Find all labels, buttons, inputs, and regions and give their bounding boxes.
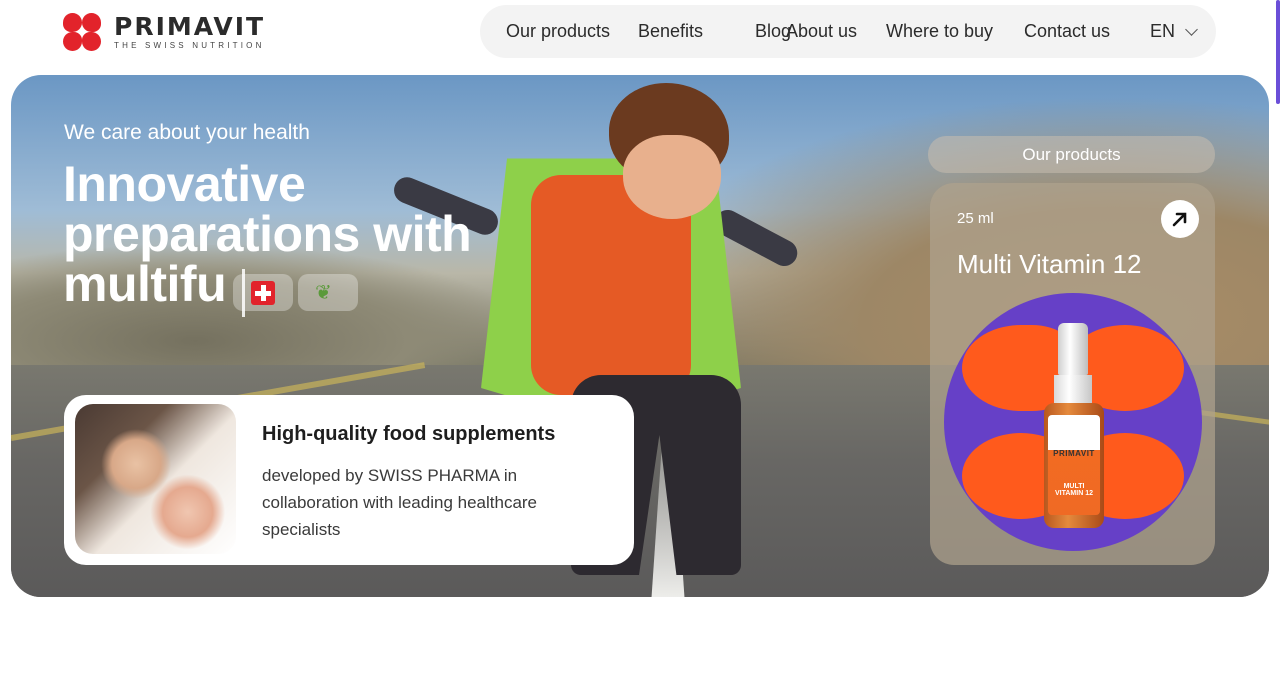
- nav-contact-us[interactable]: Contact us: [1024, 21, 1110, 42]
- nav-our-products[interactable]: Our products: [506, 21, 610, 42]
- nav-benefits[interactable]: Benefits: [638, 21, 703, 42]
- language-selector[interactable]: EN: [1150, 21, 1198, 42]
- language-label: EN: [1150, 21, 1176, 41]
- product-bottle: PRIMAVIT MULTI VITAMIN 12: [1044, 323, 1104, 528]
- product-card[interactable]: 25 ml Multi Vitamin 12 PRIMAVIT MULTI VI…: [930, 183, 1215, 565]
- info-card-text: developed by SWISS PHARMA in collaborati…: [262, 466, 538, 539]
- mother-child-photo: [75, 404, 236, 554]
- product-image: PRIMAVIT MULTI VITAMIN 12: [944, 293, 1202, 551]
- brand-logo[interactable]: PRIMAVIT THE SWISS NUTRITION: [62, 12, 265, 52]
- page-continuation: [0, 597, 1280, 692]
- swiss-flag-icon: [251, 281, 275, 305]
- our-products-button[interactable]: Our products: [928, 136, 1215, 173]
- product-name: Multi Vitamin 12: [957, 249, 1142, 279]
- chevron-down-icon: [1185, 22, 1198, 36]
- product-volume: 25 ml: [957, 210, 994, 227]
- natural-chip: ❦: [298, 274, 358, 311]
- leaf-icon: ❦: [315, 282, 332, 304]
- arrow-up-right-icon[interactable]: [1161, 200, 1199, 238]
- clover-logo-icon: [62, 12, 102, 52]
- bottle-product-label: MULTI VITAMIN 12: [1055, 483, 1093, 497]
- nav-about-us[interactable]: About us: [786, 21, 857, 42]
- brand-name: PRIMAVIT: [114, 12, 266, 41]
- main-nav: Our products Benefits Blog About us Wher…: [480, 5, 1216, 58]
- quality-info-card: High-quality food supplements developed …: [64, 395, 634, 565]
- hero-subtitle: We care about your health: [64, 121, 310, 144]
- brand-tagline: THE SWISS NUTRITION: [114, 41, 265, 50]
- scrollbar-thumb[interactable]: [1276, 0, 1280, 104]
- swiss-quality-chip: [233, 274, 293, 311]
- bottle-brand-label: PRIMAVIT: [1053, 449, 1095, 458]
- nav-where-to-buy[interactable]: Where to buy: [886, 21, 993, 42]
- hero-banner: We care about your health Innovative pre…: [11, 75, 1269, 597]
- site-header: PRIMAVIT THE SWISS NUTRITION Our product…: [0, 0, 1280, 64]
- info-card-title: High-quality food supplements: [262, 423, 556, 445]
